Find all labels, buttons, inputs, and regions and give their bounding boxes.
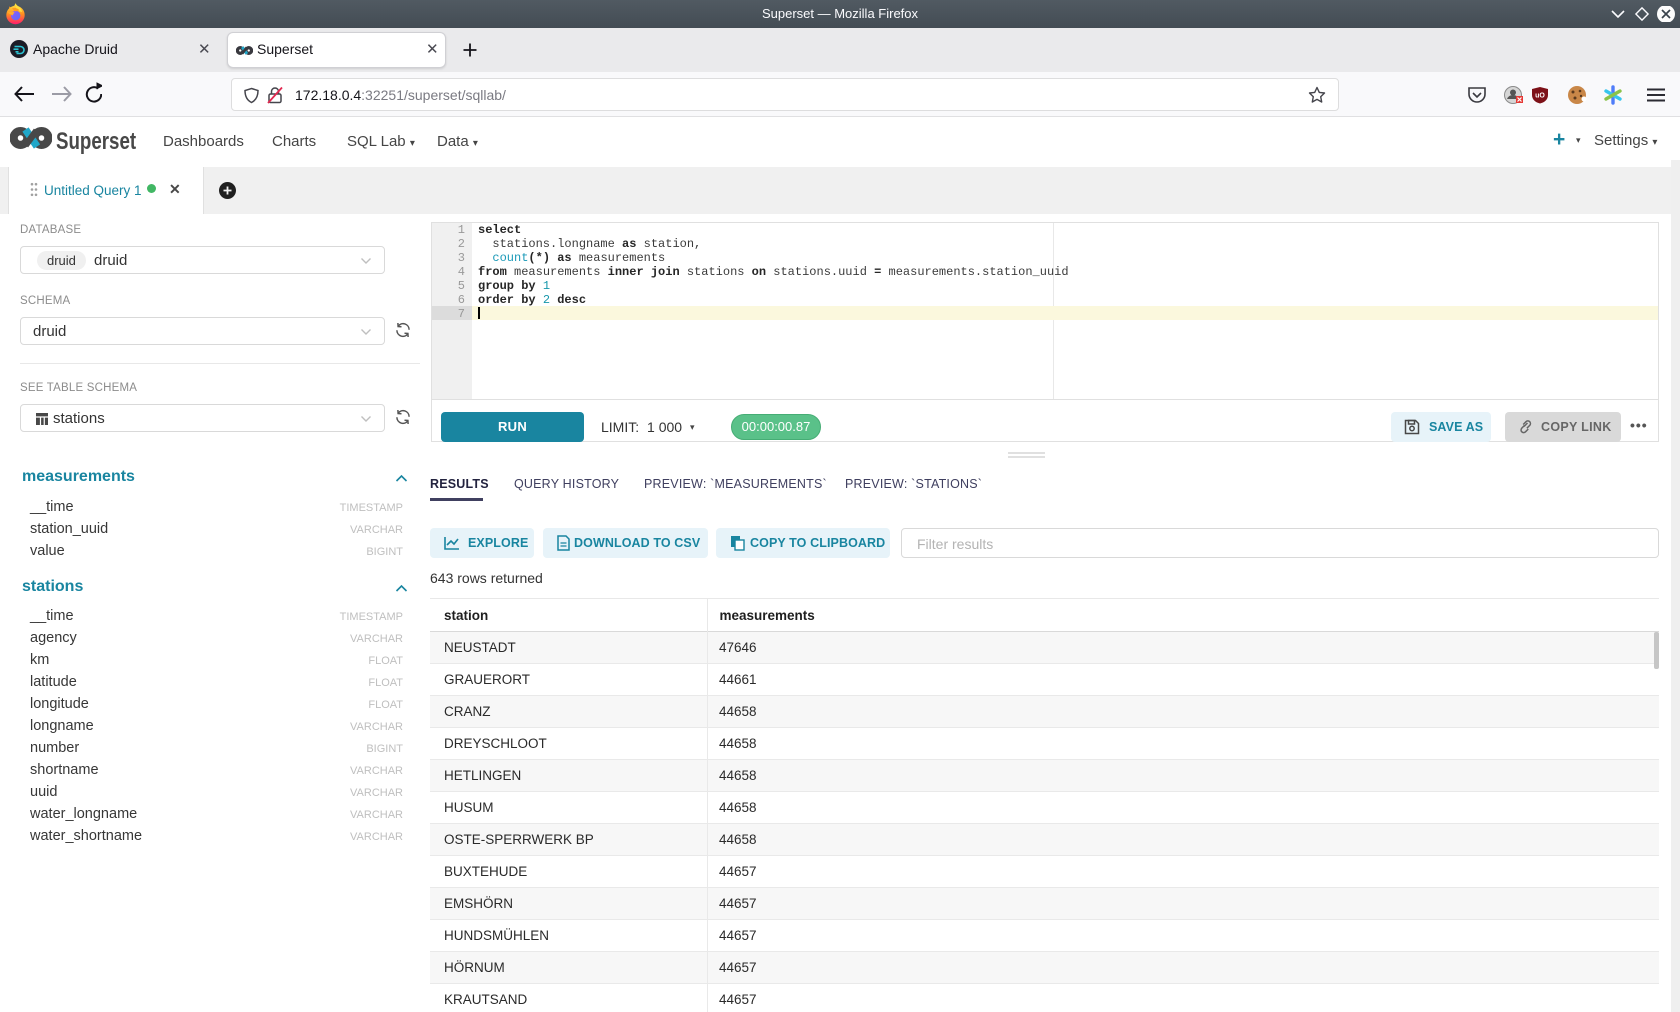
svg-text:uO: uO bbox=[1535, 93, 1545, 100]
